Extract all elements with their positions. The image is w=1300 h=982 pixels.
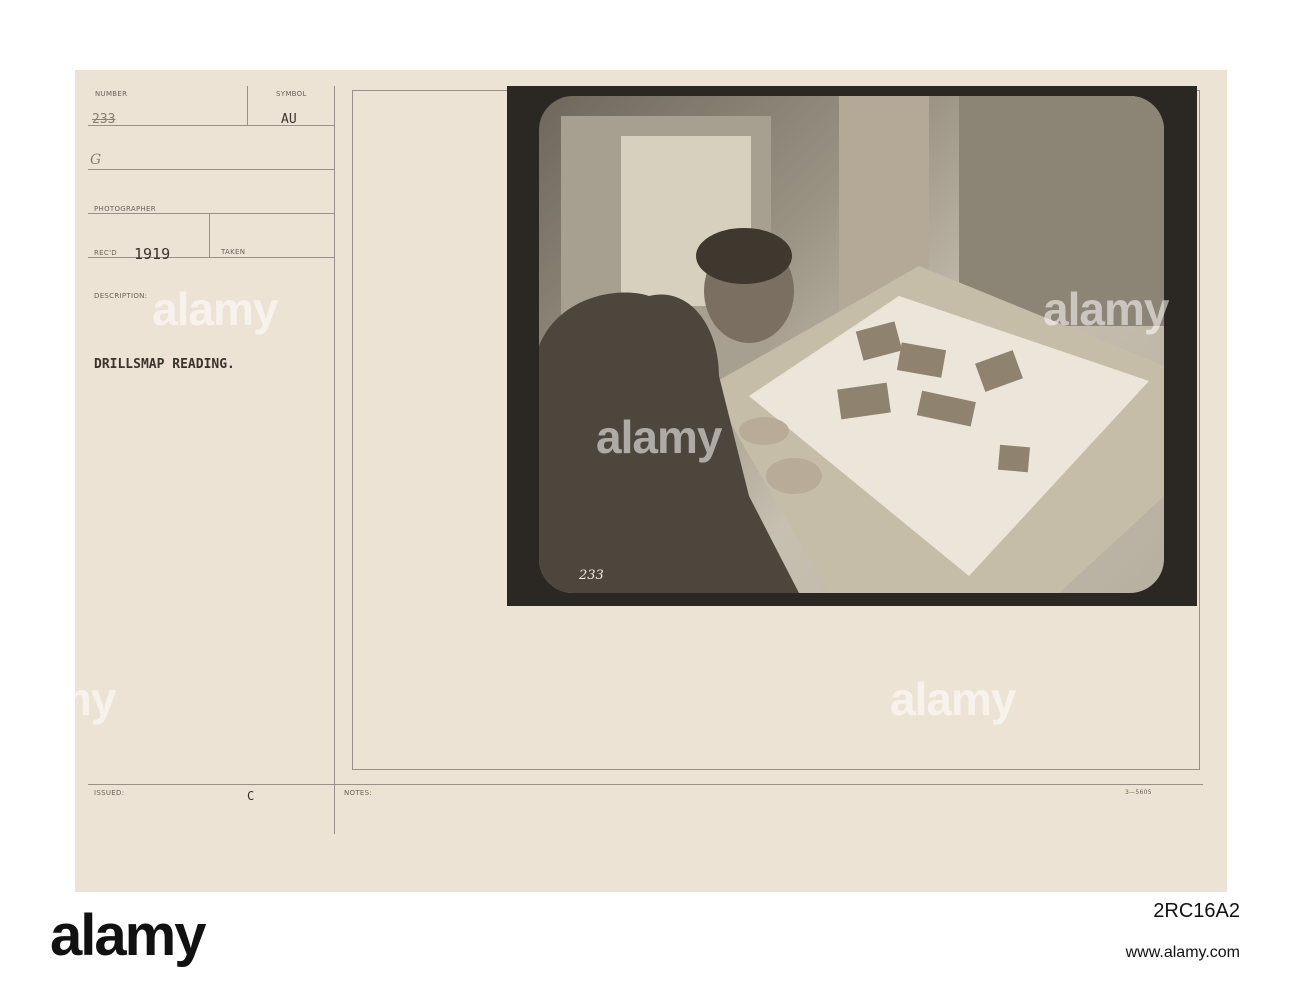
recd-label: REC'D: [94, 249, 117, 257]
footer-logo: alamy: [50, 903, 206, 968]
description-label: DESCRIPTION:: [94, 292, 148, 300]
issued-label: ISSUED:: [94, 789, 125, 797]
soldier-hair: [696, 228, 792, 284]
footer-image-id: 2RC16A2: [1153, 900, 1240, 922]
number-label: NUMBER: [95, 90, 128, 98]
photo-frame-bottom: [352, 769, 1200, 770]
notes-rule: [88, 784, 1203, 785]
issued-value: C: [247, 789, 255, 803]
footer-site: www.alamy.com: [1125, 944, 1240, 961]
rule-number: [88, 125, 334, 126]
watermark-bottom-center: alamy: [890, 673, 1016, 725]
hand-mark: G: [90, 152, 102, 168]
form-code: 3—5605: [1125, 789, 1152, 796]
photographer-label: PHOTOGRAPHER: [94, 205, 156, 213]
soldier-hand-left: [739, 417, 789, 445]
description-value: DRILLSMAP READING.: [94, 357, 235, 372]
rule-photographer: [88, 213, 334, 214]
photo-frame-left: [352, 90, 353, 770]
left-column-divider: [334, 86, 335, 834]
watermark-right: alamy: [1043, 283, 1169, 335]
rule-hand: [88, 169, 334, 170]
photograph-scene: [539, 96, 1164, 593]
recd-value: 1919: [134, 245, 171, 263]
negative-number: 233: [579, 568, 604, 583]
divider-recd-taken: [209, 213, 210, 257]
footer-bar: alamy 2RC16A2 www.alamy.com: [0, 892, 1300, 982]
photograph-image: 233: [539, 96, 1164, 593]
watermark-bottom-left: alamy: [0, 673, 116, 725]
number-value: 233: [92, 112, 116, 127]
symbol-label: SYMBOL: [276, 90, 307, 98]
taken-label: TAKEN: [221, 248, 246, 256]
photograph: 233: [507, 86, 1197, 606]
divider-number-symbol: [247, 86, 248, 126]
notes-label: NOTES:: [344, 789, 373, 797]
rule-recd: [88, 257, 334, 258]
soldier-hand: [766, 458, 822, 494]
symbol-value: AU: [281, 112, 297, 127]
photo-frame-right: [1199, 90, 1200, 770]
watermark-left: alamy: [152, 283, 278, 335]
watermark-center: alamy: [596, 411, 722, 463]
